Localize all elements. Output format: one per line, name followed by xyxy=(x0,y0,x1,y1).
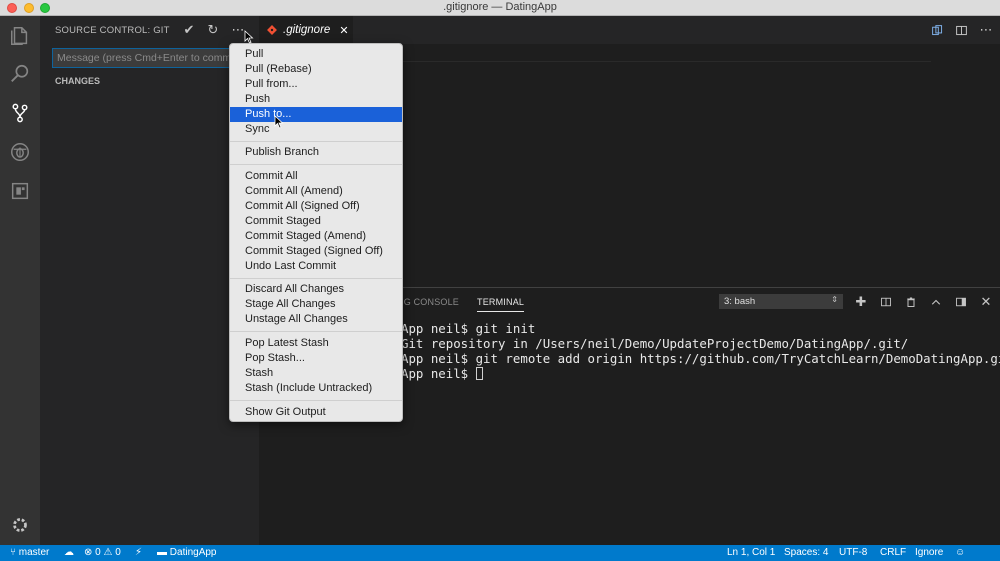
runner-icon[interactable]: ⚡ xyxy=(135,547,142,558)
vscode-window: .gitignore — DatingApp SOURCE CONTROL: G… xyxy=(0,0,1000,561)
terminal-line: App neil$ git init xyxy=(401,321,536,336)
terminal-prompt: App neil$ xyxy=(401,366,476,381)
menu-item-pull[interactable]: Pull xyxy=(230,47,402,62)
feedback-icon[interactable]: ☺ xyxy=(955,547,965,558)
search-icon[interactable] xyxy=(8,62,32,86)
folder-name: DatingApp xyxy=(169,547,217,558)
close-panel-icon[interactable]: ✕ xyxy=(978,294,994,310)
warning-count: 0 xyxy=(115,547,121,558)
menu-item-pull-rebase[interactable]: Pull (Rebase) xyxy=(230,62,402,77)
menu-item-undo-last-commit[interactable]: Undo Last Commit xyxy=(230,259,402,274)
encoding[interactable]: UTF-8 xyxy=(839,547,867,558)
tab-terminal[interactable]: TERMINAL xyxy=(477,297,525,312)
settings-gear-icon[interactable] xyxy=(8,513,32,537)
menu-item-discard-all-changes[interactable]: Discard All Changes xyxy=(230,282,402,297)
editor-tab-bar: .gitignore ✕ ⋯ xyxy=(259,16,1000,44)
menu-item-show-git-output[interactable]: Show Git Output xyxy=(230,405,402,420)
terminal-cursor xyxy=(475,367,483,380)
menu-item-commit-staged[interactable]: Commit Staged xyxy=(230,214,402,229)
open-changes-icon[interactable] xyxy=(929,22,945,38)
title-bar: .gitignore — DatingApp xyxy=(0,0,1000,16)
git-file-icon xyxy=(267,25,277,35)
tab-gitignore[interactable]: .gitignore ✕ xyxy=(259,16,353,44)
error-icon: ⊗ xyxy=(84,547,96,558)
branch-status[interactable]: ⑂ master xyxy=(10,547,49,558)
editor-more-icon[interactable]: ⋯ xyxy=(978,22,994,38)
tab-debug-console[interactable]: UG CONSOLE xyxy=(397,297,459,307)
indentation[interactable]: Spaces: 4 xyxy=(784,547,828,558)
menu-separator xyxy=(230,331,402,332)
terminal-line-prompt: App neil$ xyxy=(401,366,1000,381)
source-control-sidebar: SOURCE CONTROL: GIT ✔ ↻ ⋯ CHANGES xyxy=(40,16,259,545)
menu-item-commit-staged-signed-off[interactable]: Commit Staged (Signed Off) xyxy=(230,244,402,259)
changes-section-header[interactable]: CHANGES xyxy=(55,76,100,86)
window-title: .gitignore — DatingApp xyxy=(443,1,557,13)
menu-item-push[interactable]: Push xyxy=(230,92,402,107)
split-editor-icon[interactable] xyxy=(953,22,969,38)
maximize-panel-icon[interactable] xyxy=(928,294,944,310)
folder-icon: ▬ xyxy=(157,547,170,558)
folder-status[interactable]: ▬ DatingApp xyxy=(157,547,216,558)
extensions-icon[interactable] xyxy=(8,179,32,203)
toggle-panel-position-icon[interactable] xyxy=(953,294,969,310)
menu-separator xyxy=(230,278,402,279)
new-terminal-icon[interactable]: ✚ xyxy=(853,294,869,310)
close-tab-icon[interactable]: ✕ xyxy=(339,24,348,37)
menu-item-pull-from[interactable]: Pull from... xyxy=(230,77,402,92)
commit-message-input[interactable] xyxy=(52,48,252,68)
sidebar-title: SOURCE CONTROL: GIT xyxy=(55,25,170,36)
branch-name: master xyxy=(18,547,50,558)
sync-icon[interactable]: ☁ xyxy=(64,547,74,558)
line-ending[interactable]: CRLF xyxy=(880,547,906,558)
terminal-select-value: 3: bash xyxy=(724,296,756,307)
split-terminal-icon[interactable] xyxy=(878,294,894,310)
menu-item-commit-all[interactable]: Commit All xyxy=(230,169,402,184)
git-actions-menu: Pull Pull (Rebase) Pull from... Push Pus… xyxy=(229,43,403,422)
terminal-line: App neil$ git remote add origin https://… xyxy=(401,351,1000,366)
menu-separator xyxy=(230,141,402,142)
cursor-position[interactable]: Ln 1, Col 1 xyxy=(727,547,775,558)
menu-separator xyxy=(230,400,402,401)
status-bar: ⑂ master ☁ ⊗ 0 ⚠ 0 ⚡ ▬ DatingApp Ln 1, C… xyxy=(0,545,1000,561)
refresh-icon[interactable]: ↻ xyxy=(205,22,221,38)
explorer-icon[interactable] xyxy=(8,24,32,48)
menu-item-stage-all-changes[interactable]: Stage All Changes xyxy=(230,297,402,312)
menu-item-unstage-all-changes[interactable]: Unstage All Changes xyxy=(230,312,402,327)
menu-separator xyxy=(230,164,402,165)
select-arrows-icon: ⇕ xyxy=(831,295,838,304)
menu-item-stash[interactable]: Stash xyxy=(230,366,402,381)
branch-icon: ⑂ xyxy=(10,547,19,558)
editor-line-highlight xyxy=(399,61,931,62)
problems-status[interactable]: ⊗ 0 ⚠ 0 xyxy=(84,547,121,558)
menu-item-commit-staged-amend[interactable]: Commit Staged (Amend) xyxy=(230,229,402,244)
menu-item-publish-branch[interactable]: Publish Branch xyxy=(230,145,402,160)
mouse-pointer-icon xyxy=(244,30,254,44)
menu-item-commit-all-amend[interactable]: Commit All (Amend) xyxy=(230,184,402,199)
source-control-icon[interactable] xyxy=(8,101,32,125)
terminal-select[interactable]: 3: bash ⇕ xyxy=(719,294,843,309)
commit-check-icon[interactable]: ✔ xyxy=(181,22,197,38)
menu-item-pop-stash[interactable]: Pop Stash... xyxy=(230,351,402,366)
mouse-pointer-icon xyxy=(274,115,284,129)
menu-item-sync[interactable]: Sync xyxy=(230,122,402,137)
activity-bar xyxy=(0,16,40,545)
debug-icon[interactable] xyxy=(8,140,32,164)
language-mode[interactable]: Ignore xyxy=(915,547,943,558)
terminal-line: Git repository in /Users/neil/Demo/Updat… xyxy=(401,336,909,351)
menu-item-push-to[interactable]: Push to... xyxy=(230,107,402,122)
menu-item-commit-all-signed-off[interactable]: Commit All (Signed Off) xyxy=(230,199,402,214)
kill-terminal-icon[interactable] xyxy=(903,294,919,310)
menu-item-pop-latest-stash[interactable]: Pop Latest Stash xyxy=(230,336,402,351)
warning-icon: ⚠ xyxy=(100,547,116,558)
tab-label: .gitignore xyxy=(283,24,331,36)
menu-item-stash-include-untracked[interactable]: Stash (Include Untracked) xyxy=(230,381,402,396)
terminal-output[interactable]: App neil$ git init Git repository in /Use… xyxy=(401,321,1000,381)
